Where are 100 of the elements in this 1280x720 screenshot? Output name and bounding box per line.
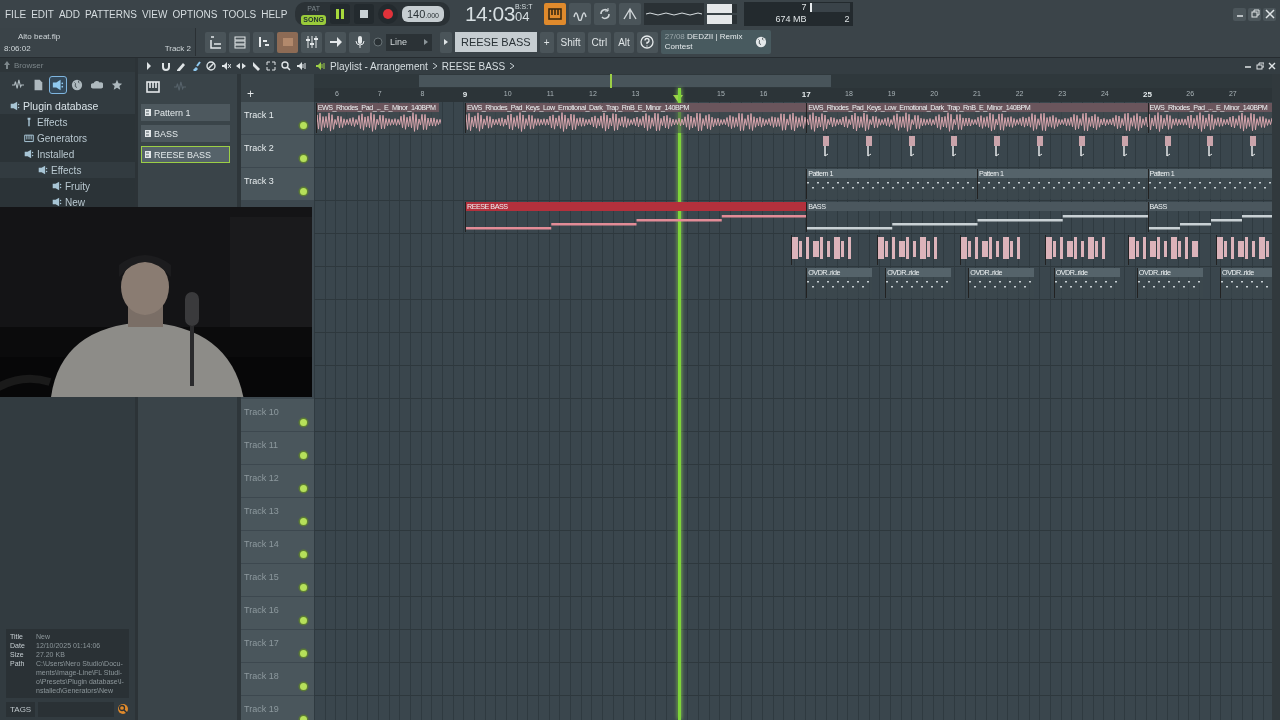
- play-button[interactable]: [329, 4, 350, 24]
- track-name[interactable]: Track 2: [244, 143, 274, 153]
- track-lane[interactable]: [314, 300, 1272, 333]
- track-header[interactable]: Track 2: [241, 135, 314, 168]
- tree-item[interactable]: Effects: [51, 164, 82, 176]
- typing-keyboard-button[interactable]: [543, 3, 566, 25]
- window-title: Playlist - Arrangement: [330, 60, 428, 72]
- track-enable-button[interactable]: [300, 617, 307, 624]
- track-lane[interactable]: [314, 333, 1272, 366]
- tree-item[interactable]: Effects: [37, 116, 68, 128]
- volume-slider[interactable]: [706, 15, 737, 24]
- track-enable-button[interactable]: [300, 551, 307, 558]
- track-enable-button[interactable]: [300, 155, 307, 162]
- close-button[interactable]: [1263, 7, 1276, 21]
- track-lane[interactable]: [314, 234, 1272, 267]
- add-pattern-button[interactable]: +: [539, 31, 554, 53]
- menu-item[interactable]: FILE: [4, 8, 28, 20]
- menu-item[interactable]: EDIT: [30, 8, 55, 20]
- window-toggle-button[interactable]: [229, 31, 250, 53]
- tree-item[interactable]: Plugin database: [23, 100, 99, 112]
- modifier-key-button[interactable]: Alt: [614, 31, 634, 53]
- stop-icon: [359, 10, 368, 18]
- piano-keys-icon[interactable]: [146, 80, 160, 94]
- globe-icon: [754, 36, 767, 48]
- tags-button[interactable]: TAGS: [6, 701, 36, 717]
- close-icon: [1264, 9, 1275, 19]
- track-enable-button[interactable]: [300, 518, 307, 525]
- track-enable-button[interactable]: [300, 485, 307, 492]
- track-header[interactable]: Track 1: [241, 102, 314, 135]
- vertical-scrollbar[interactable]: [1272, 74, 1280, 720]
- track-enable-button[interactable]: [300, 584, 307, 591]
- double-arrow-icon[interactable]: [236, 61, 246, 71]
- window-toggle-button[interactable]: [253, 31, 274, 53]
- oscilloscope-display: [643, 3, 704, 25]
- track-enable-button[interactable]: [300, 419, 307, 426]
- track-name[interactable]: Track 3: [244, 176, 274, 186]
- loop-record-button[interactable]: [593, 3, 616, 25]
- track-enable-button[interactable]: [300, 122, 307, 129]
- close-icon[interactable]: [1268, 62, 1276, 70]
- menu-item[interactable]: VIEW: [140, 8, 169, 20]
- tree-item[interactable]: New: [65, 196, 85, 208]
- step-edit-button[interactable]: [618, 3, 641, 25]
- brush-icon[interactable]: [191, 61, 201, 71]
- menu-item[interactable]: ADD: [57, 8, 82, 20]
- no-entry-icon[interactable]: [206, 61, 216, 71]
- add-track-button[interactable]: +: [247, 88, 254, 100]
- modifier-key-button[interactable]: Ctrl: [587, 31, 612, 53]
- search-icon[interactable]: [117, 703, 129, 715]
- select-icon[interactable]: [266, 61, 276, 71]
- knife-icon[interactable]: [251, 61, 261, 71]
- countdown-button[interactable]: [568, 3, 591, 25]
- pattern-selector[interactable]: REESE BASS: [455, 32, 537, 52]
- mute-icon[interactable]: [221, 61, 231, 71]
- overview-scrollbar[interactable]: [314, 74, 1272, 88]
- window-toggle-button[interactable]: [205, 31, 226, 53]
- window-toggle-button[interactable]: [301, 31, 322, 53]
- knob-icon[interactable]: [373, 37, 383, 47]
- help-button[interactable]: [636, 31, 658, 53]
- browser-tab[interactable]: [48, 76, 67, 94]
- menu-item[interactable]: HELP: [260, 8, 289, 20]
- snap-dropdown[interactable]: Line: [386, 33, 432, 51]
- pattern-item[interactable]: REESE BASS: [141, 146, 230, 163]
- speaker-icon: [52, 181, 62, 191]
- speaker-icon[interactable]: [296, 61, 306, 71]
- pattern-menu-button[interactable]: [440, 31, 452, 53]
- minimize-button[interactable]: [1233, 7, 1246, 21]
- track-name[interactable]: Track 1: [244, 110, 274, 120]
- restore-button[interactable]: [1248, 7, 1261, 21]
- stop-button[interactable]: [353, 4, 374, 24]
- track-enable-button[interactable]: [300, 188, 307, 195]
- restore-icon[interactable]: [1256, 62, 1264, 70]
- window-toggle-button[interactable]: [277, 31, 298, 53]
- modifier-key-button[interactable]: Shift: [556, 31, 585, 53]
- arrow-icon: [328, 35, 343, 49]
- news-panel[interactable]: 27/08 DEDZII | Remix Contest: [660, 30, 771, 54]
- window-toggle-button[interactable]: [325, 31, 346, 53]
- magnet-icon[interactable]: [161, 61, 171, 71]
- audio-clip[interactable]: [1215, 235, 1272, 265]
- news-headline[interactable]: 27/08 DEDZII | Remix Contest: [664, 32, 752, 52]
- pencil-icon[interactable]: [176, 61, 186, 71]
- pattern-item[interactable]: BASS: [141, 125, 230, 142]
- menu-item[interactable]: TOOLS: [221, 8, 258, 20]
- menu-item[interactable]: OPTIONS: [171, 8, 219, 20]
- zoom-icon[interactable]: [281, 61, 291, 71]
- caret-icon: [424, 39, 428, 45]
- volume-slider[interactable]: [706, 4, 737, 13]
- window-toggle-button[interactable]: [349, 31, 370, 53]
- panel-title: Browser: [14, 60, 44, 70]
- track-enable-button[interactable]: [300, 452, 307, 459]
- pattern-item[interactable]: Pattern 1: [141, 104, 230, 121]
- tree-item[interactable]: Fruity: [65, 180, 90, 192]
- scroll-thumb[interactable]: [419, 75, 831, 87]
- breadcrumb-pattern[interactable]: REESE BASS: [441, 60, 506, 72]
- track-enable-button[interactable]: [300, 650, 307, 657]
- menu-item[interactable]: PATTERNS: [84, 8, 138, 20]
- speaker-icon: [315, 61, 325, 71]
- track-enable-button[interactable]: [300, 683, 307, 690]
- track-lane[interactable]: [314, 366, 1272, 399]
- playlist-icon: [208, 35, 223, 49]
- track-header[interactable]: Track 3: [241, 168, 314, 201]
